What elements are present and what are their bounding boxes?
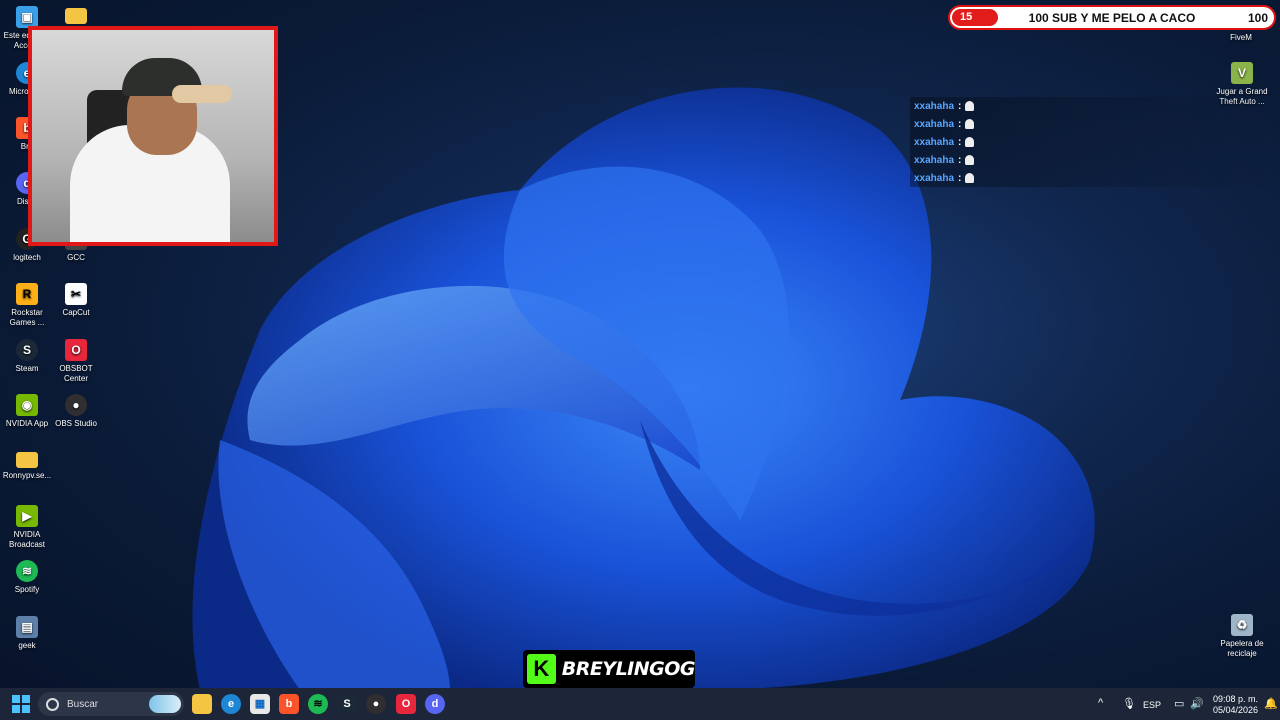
desktop-icon-recycle-bin[interactable]: ♻ Papelera de reciclaje <box>1214 614 1270 659</box>
chat-overlay: xxahaha: xxahaha: xxahaha: xxahaha: xxah… <box>910 97 1280 187</box>
webcam-person <box>70 125 230 242</box>
folder-icon <box>16 452 38 468</box>
streamer-name-tag: K BREYLINGOG <box>523 650 696 688</box>
search-icon <box>46 697 59 711</box>
webcam-person-cap-brim <box>172 85 232 103</box>
desktop-icon-capcut[interactable]: ✂ CapCut <box>49 283 103 318</box>
discord-icon[interactable]: d <box>425 694 445 714</box>
volume-icon[interactable]: 🔊 <box>1190 697 1204 710</box>
obs-icon: ● <box>65 394 87 416</box>
chat-username: xxahaha <box>914 136 955 148</box>
brave-icon[interactable]: b <box>279 694 299 714</box>
search-highlight-image <box>149 695 181 713</box>
edge-icon[interactable]: e <box>221 694 241 714</box>
language-indicator[interactable]: ESP <box>1143 700 1161 710</box>
start-button[interactable] <box>12 695 30 713</box>
steam-icon[interactable]: S <box>337 694 357 714</box>
ghost-emote-icon <box>965 119 975 129</box>
rockstar-icon: R <box>16 283 38 305</box>
folder-icon <box>65 8 87 24</box>
chat-message: xxahaha: <box>910 151 1280 169</box>
sub-goal-bar: 15 100 SUB Y ME PELO A CACO 100 <box>948 5 1276 30</box>
geek-icon: ▤ <box>16 616 38 638</box>
webcam-person-cap <box>122 58 202 96</box>
recycle-bin-icon: ♻ <box>1231 614 1253 636</box>
desktop-icon-geek[interactable]: ▤ geek <box>0 616 54 651</box>
chat-username: xxahaha <box>914 154 955 166</box>
obs-icon[interactable]: ● <box>366 694 386 714</box>
sub-goal-text: 100 SUB Y ME PELO A CACO <box>1028 11 1196 25</box>
file-explorer-icon[interactable] <box>192 694 212 714</box>
desktop-icon-nvidia-broadcast[interactable]: ▶ NVIDIA Broadcast <box>0 505 54 550</box>
search-placeholder: Buscar <box>67 698 99 710</box>
obsbot-icon[interactable]: O <box>396 694 416 714</box>
desktop-icon-obsbot[interactable]: O OBSBOT Center <box>49 339 103 384</box>
taskbar: Buscar e ▦ b ≋ S ● O d ^ 🎙 ESP ▭ 🔊 09:08… <box>0 688 1280 720</box>
chat-message: xxahaha: <box>910 97 1280 115</box>
chat-username: xxahaha <box>914 100 955 112</box>
ghost-emote-icon <box>965 101 975 111</box>
desktop-icon-ronnypv-folder[interactable]: Ronnypv.se... <box>0 450 54 481</box>
spotify-icon[interactable]: ≋ <box>308 694 328 714</box>
network-icon[interactable]: ▭ <box>1174 697 1184 710</box>
obsbot-icon: O <box>65 339 87 361</box>
ghost-emote-icon <box>965 155 975 165</box>
webcam-person-head <box>127 75 197 155</box>
webcam-overlay <box>28 26 278 246</box>
capcut-icon: ✂ <box>65 283 87 305</box>
taskbar-search[interactable]: Buscar <box>38 692 184 716</box>
chat-username: xxahaha <box>914 118 955 130</box>
nvidia-icon: ◉ <box>16 394 38 416</box>
desktop-icon-steam[interactable]: S Steam <box>0 339 54 374</box>
desktop-icon-spotify[interactable]: ≋ Spotify <box>0 560 54 595</box>
chat-username: xxahaha <box>914 172 955 184</box>
chat-message: xxahaha: <box>910 133 1280 151</box>
desktop-icon-nvidia-app[interactable]: ◉ NVIDIA App <box>0 394 54 429</box>
chat-message: xxahaha: <box>910 115 1280 133</box>
microphone-icon[interactable]: 🎙 <box>1122 697 1136 710</box>
gta-icon: V <box>1231 62 1253 84</box>
ghost-emote-icon <box>965 173 975 183</box>
clock-date[interactable]: 05/04/2026 <box>1208 705 1258 716</box>
clock-time[interactable]: 09:08 p. m. <box>1208 694 1258 705</box>
desktop-icon-obs-studio[interactable]: ● OBS Studio <box>49 394 103 429</box>
ghost-emote-icon <box>965 137 975 147</box>
spotify-icon: ≋ <box>16 560 38 582</box>
notification-bell-icon[interactable]: 🔔 <box>1264 697 1278 710</box>
kick-logo-icon: K <box>527 654 556 684</box>
chat-message: xxahaha: <box>910 169 1280 187</box>
desktop-icon-folder[interactable] <box>49 6 103 27</box>
computer-icon: ▣ <box>16 6 38 28</box>
streamer-name: BREYLINGOG <box>561 658 696 680</box>
steam-icon: S <box>16 339 38 361</box>
nvidia-broadcast-icon: ▶ <box>16 505 38 527</box>
webcam-chair <box>87 90 137 170</box>
sub-goal-target: 100 <box>1247 11 1268 25</box>
chevron-up-icon[interactable]: ^ <box>1098 697 1103 709</box>
store-icon[interactable]: ▦ <box>250 694 270 714</box>
system-tray: ^ 🎙 ESP ▭ 🔊 09:08 p. m. 05/04/2026 🔔 <box>1080 688 1280 720</box>
desktop-icon-rockstar[interactable]: R Rockstar Games ... <box>0 283 54 328</box>
